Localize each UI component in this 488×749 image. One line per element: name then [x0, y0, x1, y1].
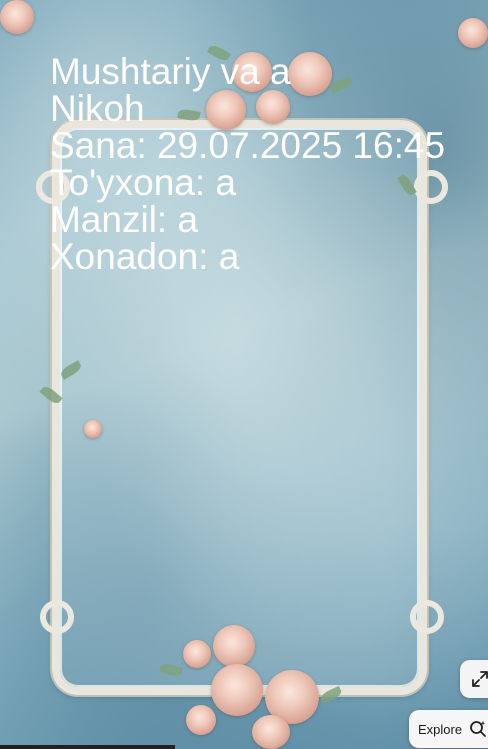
- address-line: Manzil: a: [50, 199, 199, 240]
- rose-decoration: [183, 640, 211, 668]
- couple-name-line: Mushtariy va a: [50, 51, 291, 92]
- venue-line: To'yxona: a: [50, 162, 237, 203]
- rose-decoration: [213, 625, 255, 667]
- rose-decoration: [458, 18, 488, 48]
- expand-icon: [472, 671, 488, 687]
- bottom-edge-strip: [0, 745, 175, 749]
- rose-decoration: [186, 705, 216, 735]
- frame-scroll-ornament: [40, 600, 74, 634]
- rose-decoration: [211, 664, 263, 716]
- rose-decoration: [252, 715, 290, 749]
- visual-search-icon: [470, 721, 486, 737]
- rose-decoration: [84, 420, 102, 438]
- explore-label: Explore: [418, 721, 463, 737]
- event-type-line: Nikoh: [50, 88, 145, 129]
- explore-button[interactable]: Explore: [409, 710, 488, 748]
- date-line: Sana: 29.07.2025 16:45: [50, 125, 446, 166]
- rose-decoration: [0, 0, 34, 34]
- fullscreen-button[interactable]: [460, 660, 488, 698]
- frame-scroll-ornament: [410, 600, 444, 634]
- invitation-text: Mushtariy va a Nikoh Sana: 29.07.2025 16…: [50, 53, 480, 275]
- household-line: Xonadon: a: [50, 236, 240, 277]
